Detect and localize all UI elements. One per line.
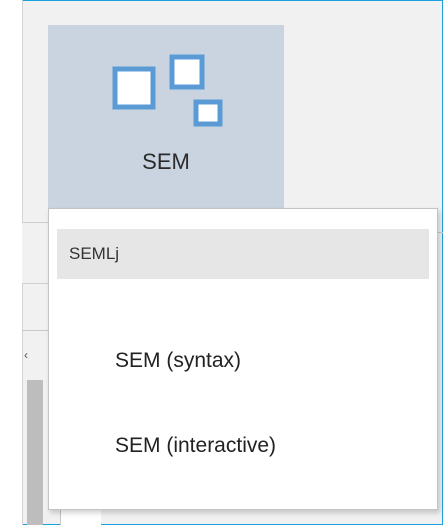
- background-scrollbar[interactable]: [27, 380, 43, 525]
- menu-item-sem-syntax[interactable]: SEM (syntax): [57, 334, 429, 390]
- left-panel-edge: [0, 0, 23, 525]
- menu-item-label: SEM (syntax): [115, 349, 242, 372]
- menu-item-sem-interactive[interactable]: SEM (interactive): [57, 419, 429, 475]
- sem-ribbon-button[interactable]: SEM: [48, 25, 284, 209]
- sem-button-label: SEM: [142, 149, 190, 174]
- background-divider: [22, 330, 48, 331]
- menu-item-label: SEM (interactive): [115, 434, 277, 457]
- sem-dropdown-menu: SEMLj SEM (syntax) SEM (interactive): [48, 208, 438, 510]
- background-tab-area: [22, 222, 48, 284]
- menu-group-header: SEMLj: [57, 229, 429, 279]
- sem-diagram-icon: [112, 54, 223, 127]
- menu-group-header-label: SEMLj: [69, 244, 120, 263]
- collapse-arrow-icon[interactable]: ‹: [24, 348, 28, 362]
